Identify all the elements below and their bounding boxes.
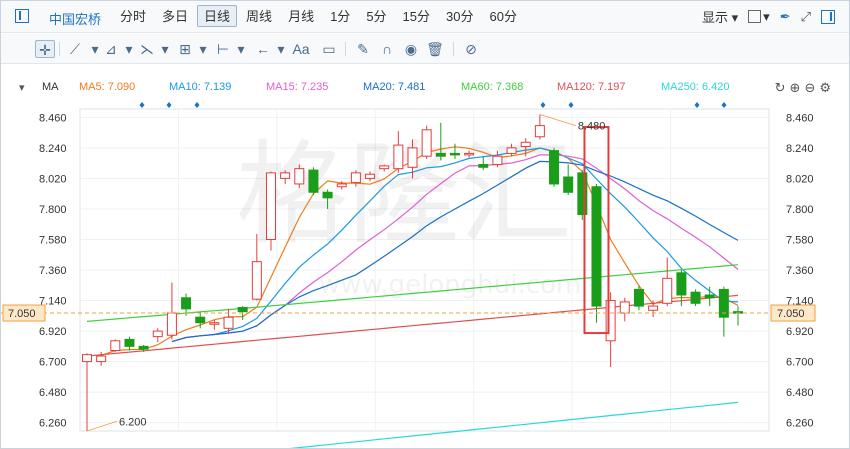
candle-body <box>223 316 234 329</box>
y-tick-label-right: 6.700 <box>786 357 814 369</box>
y-tick-label-right: 7.580 <box>786 234 814 246</box>
candle-body <box>138 345 149 350</box>
y-tick-label-left: 7.360 <box>39 265 67 277</box>
y-tick-label-left: 7.800 <box>39 204 67 216</box>
high-annotation-label: 8.480 <box>578 121 606 133</box>
candle-body <box>308 169 319 193</box>
y-tick-label-left: 6.480 <box>39 387 67 399</box>
candle-body <box>648 305 659 311</box>
y-tick-label-right: 8.240 <box>786 143 814 155</box>
candle-body <box>379 165 390 170</box>
y-tick-label-left: 8.020 <box>39 173 67 185</box>
candle-body <box>294 168 305 185</box>
candle-body <box>322 191 333 199</box>
watermark-url: www.gelonghui.com <box>319 270 581 300</box>
y-tick-label-left: 6.700 <box>39 357 67 369</box>
ma-marker-icon <box>166 102 172 108</box>
y-tick-label-left: 8.460 <box>39 112 67 124</box>
candle-body <box>265 172 276 240</box>
candle-body <box>591 186 602 307</box>
candle-body <box>82 354 92 363</box>
candle-body <box>676 272 687 296</box>
y-tick-label-right: 6.480 <box>786 387 814 399</box>
candle-body <box>421 129 432 157</box>
candle-body <box>619 301 630 314</box>
candle-body <box>124 338 135 347</box>
candle-body <box>492 155 503 166</box>
candle-body <box>549 150 560 185</box>
y-tick-label-right: 7.800 <box>786 204 814 216</box>
y-tick-label-right: 8.020 <box>786 173 814 185</box>
chart-window: 中国宏桥 分时 多日 日线 周线 月线 1分 5分 15分 30分 60分 显示 ▾ ▾ ✒ ⤢ … <box>0 0 850 449</box>
ma-marker-icon <box>139 102 145 108</box>
candle-body <box>181 297 192 310</box>
current-price-label-right: 7.050 <box>777 308 805 320</box>
ma-marker-icon <box>194 102 200 108</box>
low-annotation-label: 6.200 <box>119 416 147 428</box>
candle-body <box>350 172 361 184</box>
candle-body <box>478 164 489 168</box>
y-tick-label-right: 6.260 <box>786 418 814 430</box>
candle-body <box>506 147 517 154</box>
candle-body <box>195 316 206 324</box>
candle-body <box>435 152 446 157</box>
candle-body <box>690 291 701 304</box>
candle-body <box>449 152 460 156</box>
candle-body <box>393 144 404 170</box>
candle-body <box>96 355 107 363</box>
candle-body <box>280 172 291 179</box>
ma-marker-icon <box>694 102 700 108</box>
candle-body <box>251 261 262 300</box>
y-tick-label-left: 8.240 <box>39 143 67 155</box>
candle-body <box>237 306 248 313</box>
ma-marker-icon <box>721 102 727 108</box>
candlestick-chart[interactable]: 8.460 8.460 8.240 8.240 8.020 8.020 7.800 7.800… <box>1 1 849 448</box>
ma-marker-icon <box>568 102 574 108</box>
candle-body <box>110 340 121 352</box>
y-tick-label-left: 7.580 <box>39 234 67 246</box>
candle-body <box>166 312 177 336</box>
candle-body <box>464 152 475 156</box>
ma-marker-icon <box>540 102 546 108</box>
candle-body <box>152 330 163 338</box>
candle-body <box>520 141 531 147</box>
candle-body <box>534 125 545 138</box>
candle-body <box>407 147 418 168</box>
y-tick-label-left: 6.260 <box>39 418 67 430</box>
candle-body <box>704 294 715 299</box>
y-tick-label-right: 7.360 <box>786 265 814 277</box>
candle-body <box>365 173 376 179</box>
candle-body <box>336 183 347 188</box>
candle-body <box>209 322 220 325</box>
watermark-text: 格隆汇 <box>236 130 572 260</box>
candle-body <box>563 176 574 193</box>
y-tick-label-right: 6.920 <box>786 326 814 338</box>
current-price-label-left: 7.050 <box>8 308 36 320</box>
y-tick-label-left: 6.920 <box>39 326 67 338</box>
candle-body <box>662 277 673 304</box>
candle-body <box>633 288 644 307</box>
y-tick-label-right: 8.460 <box>786 112 814 124</box>
